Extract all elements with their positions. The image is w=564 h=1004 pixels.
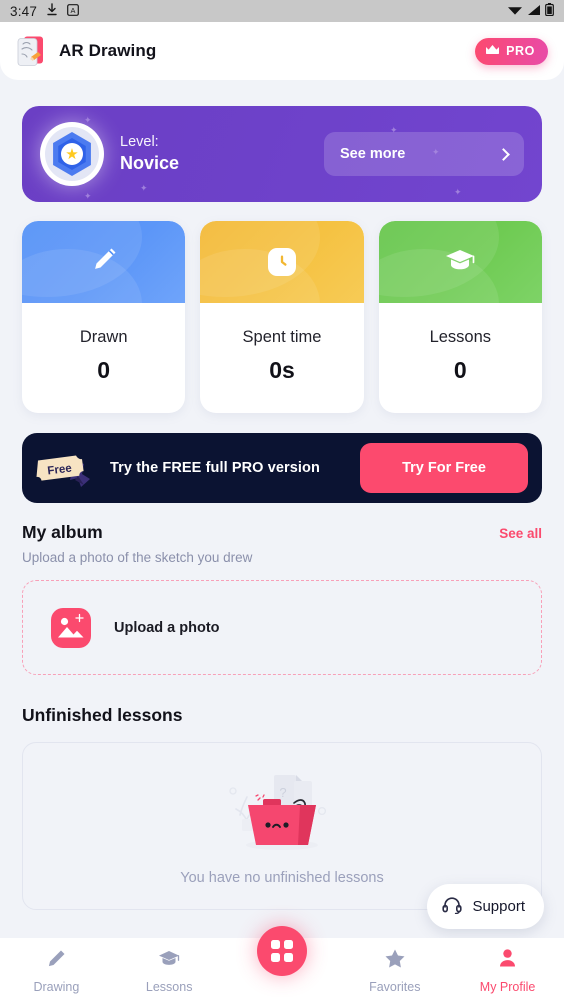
upload-photo-label: Upload a photo [114,619,220,636]
support-label: Support [472,898,525,915]
sparkle-icon: ✦ [140,183,148,193]
stat-value: 0 [453,357,467,383]
pro-badge-button[interactable]: PRO [475,37,548,65]
stat-card-header [22,221,186,303]
download-icon [46,3,58,19]
wifi-icon [507,4,523,19]
stat-cards: Drawn 0 Spent time 0s Lessons 0 [22,221,542,413]
bottom-navigation: Drawing Lessons Favorites My Profile [0,926,564,1004]
sparkle-icon: ✦ [454,187,462,197]
level-value: Novice [120,153,180,173]
album-subtitle: Upload a photo of the sketch you drew [22,550,253,565]
pencil-icon [46,948,67,974]
try-for-free-label: Try For Free [402,460,486,476]
nav-center-grid-button[interactable] [257,926,307,976]
sparkle-icon: ✦ [390,125,398,135]
graduation-cap-icon [158,949,180,974]
empty-basket-illustration: ? [222,767,342,864]
headset-icon [442,896,463,918]
see-more-label: See more [340,146,406,162]
app-header: AR Drawing PRO [0,22,564,80]
try-for-free-button[interactable]: Try For Free [360,443,528,493]
ar-drawing-app-icon [16,35,46,67]
pencil-icon [87,243,121,282]
nav-item-drawing[interactable]: Drawing [0,948,113,994]
unfinished-lessons-title: Unfinished lessons [22,705,183,725]
add-photo-icon [51,607,91,648]
status-bar-right [507,3,554,19]
level-info: Level: Novice [120,134,179,174]
status-time: 3:47 [10,3,38,19]
star-icon [384,948,406,974]
level-label: Level: [120,134,159,150]
stat-card-spent-time[interactable]: Spent time 0s [200,221,364,413]
stat-value: 0s [269,357,295,383]
stat-label: Spent time [242,328,322,346]
nav-label: Drawing [33,980,80,994]
promo-text: Try the FREE full PRO version [110,460,320,476]
nav-item-my-profile[interactable]: My Profile [451,948,564,994]
app-screen: 3:47 A AR Drawing PRO ✦ ✦ ✦ ✦ ✦ ✦ ★ Leve… [0,0,564,1004]
nav-label: Favorites [369,980,421,994]
see-more-button[interactable]: See more [324,132,524,176]
album-title: My album [22,522,103,542]
svg-text:?: ? [279,785,286,800]
level-card[interactable]: ✦ ✦ ✦ ✦ ✦ ✦ ★ Level: Novice See more [22,106,542,202]
support-button[interactable]: Support [427,884,544,929]
upload-photo-dropzone[interactable]: Upload a photo [22,580,542,675]
main-content: ✦ ✦ ✦ ✦ ✦ ✦ ★ Level: Novice See more Dra… [0,106,564,910]
stat-card-lessons[interactable]: Lessons 0 [378,221,542,413]
free-ticket-icon: Free [34,446,100,490]
stat-card-header [200,221,364,303]
nav-item-favorites[interactable]: Favorites [338,948,451,994]
sparkle-icon: ✦ [84,115,92,125]
level-badge-star-icon: ★ [40,122,104,186]
see-all-link[interactable]: See all [499,526,542,541]
status-bar-left: 3:47 A [10,3,79,19]
grid-icon [271,940,293,962]
stat-label: Lessons [429,328,492,346]
clock-icon [267,248,296,276]
pro-label: PRO [506,44,535,58]
svg-text:A: A [71,5,76,14]
person-icon [497,948,518,974]
chevron-right-icon [497,147,510,161]
promo-banner: Free Try the FREE full PRO version Try F… [22,433,542,503]
status-bar: 3:47 A [0,0,564,22]
app-title: AR Drawing [59,41,157,60]
a-badge-icon: A [67,3,79,19]
battery-icon [545,3,554,19]
stat-card-drawn[interactable]: Drawn 0 [22,221,186,413]
album-header: My album See all [22,522,542,543]
graduation-cap-icon [443,245,477,280]
empty-state-text: You have no unfinished lessons [180,869,384,886]
sparkle-icon: ✦ [84,191,92,201]
nav-item-lessons[interactable]: Lessons [113,949,226,994]
sparkle-icon: ✦ [432,147,440,157]
stat-label: Drawn [79,328,128,346]
signal-icon [527,4,541,19]
crown-icon [485,44,500,59]
stat-card-header [378,221,542,303]
stat-value: 0 [97,357,111,383]
nav-label: Lessons [145,979,193,994]
nav-label: My Profile [479,980,536,994]
